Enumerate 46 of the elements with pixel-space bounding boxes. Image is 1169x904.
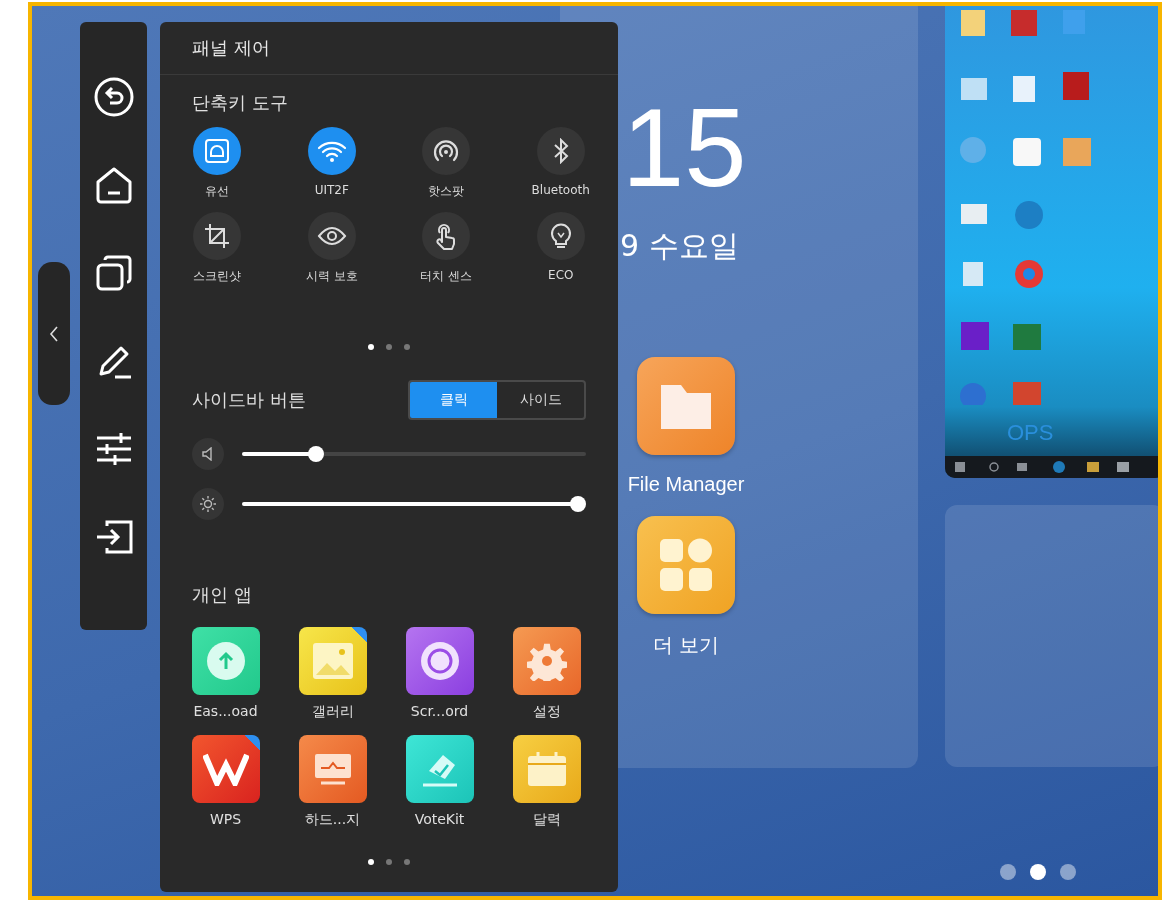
slider[interactable] xyxy=(242,446,586,462)
lightbulb-icon xyxy=(549,222,572,250)
chevron-left-icon xyxy=(49,324,59,343)
sun-icon xyxy=(200,496,216,512)
segment-option[interactable]: 사이드 xyxy=(497,382,584,418)
whiteboard-icon xyxy=(312,752,353,786)
quick-toggle[interactable]: Bluetooth xyxy=(503,127,618,200)
back-button[interactable] xyxy=(92,76,135,118)
page-indicator-dot[interactable] xyxy=(404,859,410,865)
page-indicator-dot[interactable] xyxy=(368,344,374,350)
page-indicator-dot[interactable] xyxy=(368,859,374,865)
collapse-handle[interactable] xyxy=(38,262,70,405)
panel-title: 패널 제어 xyxy=(160,22,618,75)
section-title: 단축키 도구 xyxy=(191,91,289,115)
clock-time: 15 xyxy=(622,86,747,210)
device-label: OPS xyxy=(1007,420,1054,446)
quick-toggle[interactable]: 스크린샷 xyxy=(160,212,275,285)
crop-icon xyxy=(204,223,231,249)
speaker-icon xyxy=(201,447,215,461)
quick-toggle[interactable]: 터치 센스 xyxy=(389,212,504,285)
quick-toggle[interactable]: 유선 xyxy=(160,127,275,200)
setting-label: 사이드바 버튼 xyxy=(192,388,306,412)
wps-logo-icon xyxy=(202,752,249,786)
quick-toggle[interactable]: ECO xyxy=(503,212,618,285)
hotspot-icon xyxy=(433,139,460,163)
quick-toggle[interactable]: UIT2F xyxy=(274,127,389,200)
page-indicator-dot[interactable] xyxy=(1060,864,1076,880)
page-indicator-dot[interactable] xyxy=(1000,864,1016,880)
page-indicator-dot[interactable] xyxy=(1030,864,1046,880)
gear-icon xyxy=(526,641,567,681)
quick-toggle[interactable]: 시력 보호 xyxy=(274,212,389,285)
record-icon xyxy=(419,641,460,681)
clock-date: 9 수요일 xyxy=(620,227,739,265)
network-icon xyxy=(204,138,231,164)
image-icon xyxy=(312,643,353,679)
page-indicator-dot[interactable] xyxy=(404,344,410,350)
page-indicator-dot[interactable] xyxy=(386,859,392,865)
wifi-icon xyxy=(316,139,347,163)
calendar-icon xyxy=(526,750,567,788)
upload-icon xyxy=(205,641,246,681)
section-title: 개인 앱 xyxy=(191,583,253,607)
grid-icon xyxy=(658,537,714,593)
page-indicator-dot[interactable] xyxy=(386,344,392,350)
eye-icon xyxy=(316,226,347,246)
quick-toggle[interactable]: 핫스팟 xyxy=(389,127,504,200)
slider[interactable] xyxy=(242,496,586,512)
